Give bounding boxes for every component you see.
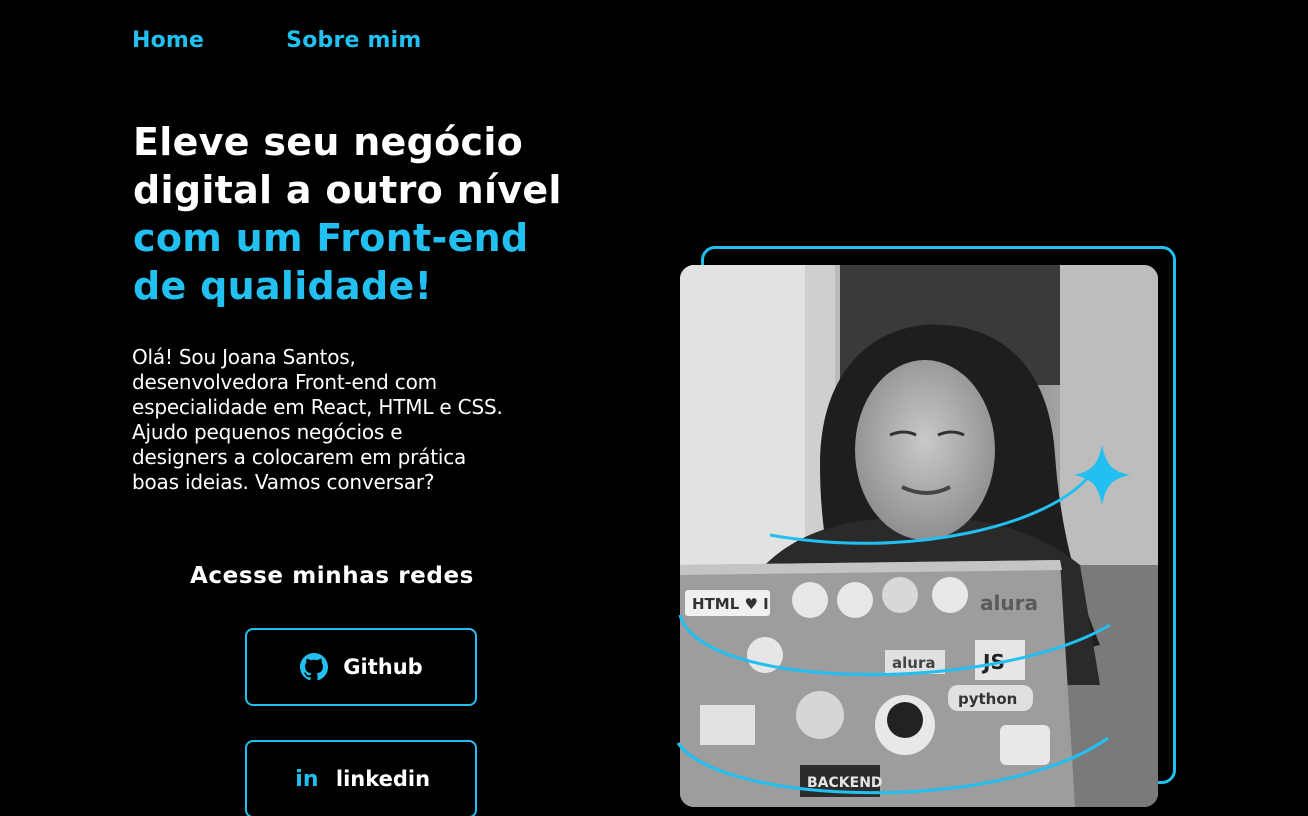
bio-line: designers a colocarem em prática	[132, 445, 467, 469]
headline-line-4: de qualidade!	[133, 264, 433, 308]
github-button[interactable]: Github	[245, 628, 477, 706]
linkedin-icon: in	[295, 766, 319, 792]
bio-line: boas ideias. Vamos conversar?	[132, 470, 435, 494]
bio-line: Olá! Sou Joana Santos,	[132, 345, 356, 369]
headline-line-2: digital a outro nível	[133, 168, 562, 212]
profile-photo: HTML ♥ I alura JS python alura BACKEND	[680, 265, 1158, 807]
hero-bio: Olá! Sou Joana Santos, desenvolvedora Fr…	[132, 345, 602, 495]
sticker-text: HTML ♥ I	[692, 595, 769, 613]
sticker-text: alura	[892, 654, 935, 672]
top-nav: Home Sobre mim	[132, 28, 422, 53]
github-label: Github	[343, 655, 423, 679]
hero-headline: Eleve seu negócio digital a outro nível …	[133, 118, 653, 310]
nav-home-link[interactable]: Home	[132, 28, 204, 53]
sticker-text: alura	[980, 591, 1038, 615]
headline-line-1: Eleve seu negócio	[133, 120, 524, 164]
social-title: Acesse minhas redes	[190, 563, 474, 589]
sticker-text: python	[958, 690, 1017, 708]
linkedin-button[interactable]: in linkedin	[245, 740, 477, 816]
bio-line: Ajudo pequenos negócios e	[132, 420, 403, 444]
nav-about-link[interactable]: Sobre mim	[286, 28, 421, 53]
page: Home Sobre mim Eleve seu negócio digital…	[0, 0, 1308, 816]
bio-line: desenvolvedora Front-end com	[132, 370, 437, 394]
sticker-text: BACKEND	[807, 775, 883, 791]
github-icon	[299, 652, 329, 682]
headline-line-3: com um Front-end	[133, 216, 529, 260]
linkedin-label: linkedin	[335, 767, 431, 791]
bio-line: especialidade em React, HTML e CSS.	[132, 395, 503, 419]
sticker-text: JS	[981, 650, 1005, 674]
